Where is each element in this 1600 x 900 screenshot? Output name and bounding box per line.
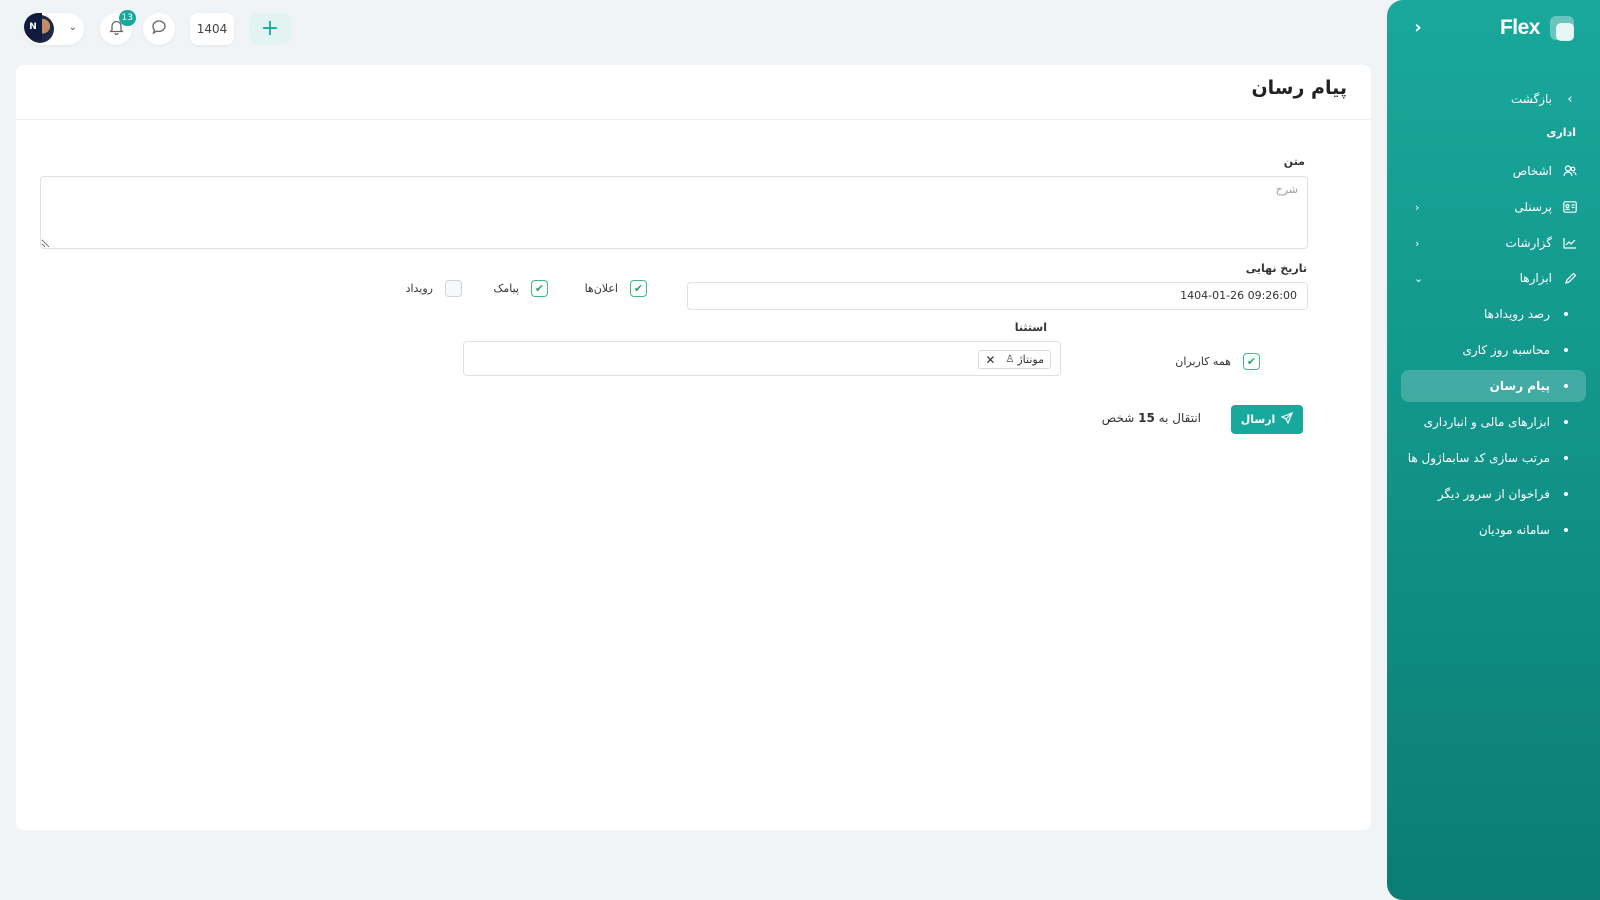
pencil-icon [1562,270,1578,286]
bullet-icon [1564,456,1568,460]
sms-checkbox[interactable]: ✔ [531,280,548,297]
chevron-left-icon: ‹ [1415,201,1420,214]
event-checkbox[interactable] [445,280,462,297]
sidebar-back-label: بازگشت [1511,92,1552,106]
chat-icon [151,19,167,39]
exception-label: استثنا [1014,321,1047,334]
sidebar-subitem-submodule-sort[interactable]: مرتب سازی کد سابماژول ها [1401,442,1586,474]
sidebar-item-label: پرسنلی [1514,200,1552,214]
notifications-button[interactable]: 13 [100,10,136,45]
notification-badge: 13 [118,10,136,26]
bullet-icon [1564,348,1568,352]
sidebar-item-tools[interactable]: ابزارها [1520,262,1578,294]
chevron-right-icon: › [1567,91,1573,107]
sidebar-item-label: اشخاص [1512,164,1552,178]
sidebar-subitem-label: ابزارهای مالی و انبارداری [1423,415,1550,429]
notifications-checkbox[interactable]: ✔ [630,280,647,297]
all-users-toggle[interactable]: ✔ همه کاربران [1175,353,1260,370]
channel-sms[interactable]: ✔ پیامک [494,280,548,297]
send-icon [1280,411,1294,427]
all-users-label: همه کاربران [1175,355,1231,368]
sidebar-subitem-finance-tools[interactable]: ابزارهای مالی و انبارداری [1401,406,1586,438]
chevron-left-icon: ‹ [1415,237,1420,250]
logo-icon [1550,16,1574,41]
tag-label: مونتاژ [1017,353,1044,366]
transfer-prefix: انتقال به [1158,411,1201,425]
user-menu[interactable]: N ⌄ [24,13,84,45]
chevron-down-icon: ⌄ [1414,272,1424,285]
chart-line-icon [1562,235,1578,251]
sidebar-item-people[interactable]: اشخاص [1513,155,1578,187]
channel-label: پیامک [493,282,519,295]
sidebar: Flex ‹ › بازگشت اداری اشخاص پرسنلی ‹ گزا… [1387,0,1600,900]
close-icon[interactable]: ✕ [985,353,995,367]
deadline-label: تاریخ نهایی [1245,262,1307,275]
sidebar-item-reports[interactable]: گزارشات [1506,227,1578,259]
sidebar-subitem-taxpayer-system[interactable]: سامانه مودیان [1401,514,1586,546]
message-textarea[interactable] [40,176,1308,249]
sidebar-subitem-messenger[interactable]: پیام رسان [1401,370,1586,402]
chat-button[interactable] [143,13,175,45]
transfer-summary: انتقال به 15 شخص [1102,411,1201,425]
logo-text: Flex [1499,16,1541,39]
sidebar-subitem-label: فراخوان از سرور دیگر [1437,487,1550,501]
text-label: متن [1283,155,1305,168]
chevron-down-icon: ⌄ [68,22,77,33]
page-title: پیام رسان [1251,77,1347,99]
bullet-icon [1564,384,1568,388]
sidebar-subitem-workday-calc[interactable]: محاسبه روز کاری [1401,334,1586,366]
channel-label: اعلان‌ها [584,282,618,295]
sidebar-subitem-label: مرتب سازی کد سابماژول ها [1407,451,1550,465]
sidebar-back[interactable]: › بازگشت [1511,83,1578,115]
transfer-count: 15 [1138,411,1155,425]
sidebar-subitem-event-monitoring[interactable]: رصد رویدادها [1401,298,1586,330]
bullet-icon [1564,420,1568,424]
collapse-sidebar-button[interactable]: ‹ [1409,18,1427,38]
channel-event[interactable]: رویداد [406,280,462,297]
transfer-suffix: شخص [1101,411,1135,425]
sidebar-subitem-label: رصد رویدادها [1484,307,1550,321]
channel-notifications[interactable]: ✔ اعلان‌ها [585,280,647,297]
sidebar-item-label: ابزارها [1519,271,1552,285]
fiscal-year-selector[interactable]: 1404 [190,13,234,45]
channel-label: رویداد [405,282,433,295]
sidebar-subitem-label: محاسبه روز کاری [1462,343,1550,357]
add-button[interactable]: + [249,13,291,45]
sidebar-header: Flex ‹ [1387,0,1600,60]
send-label: ارسال [1240,413,1276,426]
divider [16,119,1371,120]
plus-icon: + [260,16,280,41]
messenger-card: پیام رسان متن تاریخ نهایی 1404-01-26 09:… [16,65,1371,830]
chevron-left-icon: ‹ [1414,17,1422,38]
id-card-icon [1562,199,1578,215]
avatar-initial: N [24,13,42,41]
group-icon: ♙ [1005,354,1015,365]
bullet-icon [1564,492,1568,496]
sidebar-subitem-label: پیام رسان [1489,379,1550,393]
exception-select[interactable]: مونتاژ ♙ ✕ [463,341,1061,376]
sidebar-subitem-remote-call[interactable]: فراخوان از سرور دیگر [1401,478,1586,510]
users-icon [1562,163,1578,179]
bullet-icon [1564,528,1568,532]
exception-tag: مونتاژ ♙ ✕ [978,350,1051,369]
sidebar-item-label: گزارشات [1505,236,1552,250]
sidebar-subitem-label: سامانه مودیان [1478,523,1550,537]
deadline-date-input[interactable]: 1404-01-26 09:26:00 [687,282,1308,310]
send-button[interactable]: ارسال [1231,405,1303,434]
all-users-checkbox[interactable]: ✔ [1243,353,1260,370]
sidebar-item-personnel[interactable]: پرسنلی [1514,191,1578,223]
bullet-icon [1564,312,1568,316]
sidebar-section-title: اداری [1546,126,1576,139]
